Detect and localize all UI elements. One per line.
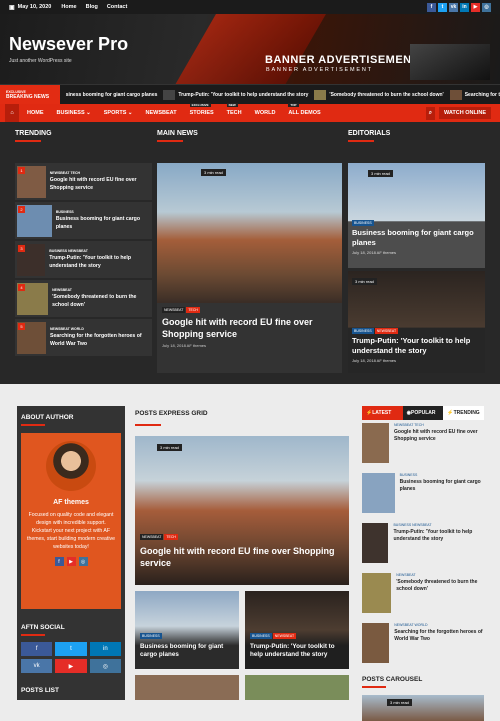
grid-small-card[interactable]: BUSINESS Business booming for giant carg…	[135, 591, 239, 669]
latest-thumb	[362, 623, 390, 663]
site-logo[interactable]: Newsever Pro	[9, 34, 128, 55]
widget-title: POSTS LIST	[21, 687, 59, 694]
facebook-icon[interactable]: f	[21, 642, 53, 656]
ticker-item[interactable]: Searching for t	[449, 89, 500, 100]
section-title-editorials: EDITORIALS	[348, 130, 391, 137]
trending-thumb: 5	[17, 321, 46, 354]
youtube-icon[interactable]: ▶	[66, 557, 76, 567]
ticker-item[interactable]: Trump-Putin: 'Your toolkit to help under…	[163, 89, 308, 100]
latest-thumb	[362, 573, 392, 613]
section-title-trending: TRENDING	[15, 130, 52, 137]
author-social: f ▶ ◎	[21, 557, 121, 567]
top-link-contact[interactable]: Contact	[107, 4, 127, 10]
instagram-icon[interactable]: ◎	[482, 2, 491, 12]
latest-thumb	[362, 423, 389, 463]
main-nav: ⌂ HOME BUSINESS ⌄ SPORTS ⌄ NEWSBEAT EXCL…	[0, 103, 500, 122]
ticker-item[interactable]: 'Somebody threatened to burn the school …	[314, 89, 444, 100]
trending-thumb: 1	[17, 165, 46, 198]
youtube-icon[interactable]: ▶	[471, 2, 480, 12]
calendar-icon: ▣	[9, 4, 15, 11]
nav-item-tech[interactable]: NEW TECH	[226, 103, 242, 116]
site-tagline: Just another WordPress site	[9, 58, 72, 64]
latest-thumb	[362, 473, 395, 513]
vk-icon[interactable]: vk	[21, 659, 53, 673]
editorial-card[interactable]: 3 min read BUSINESS NEWSBEAT Trump-Putin:…	[348, 271, 485, 373]
nav-item-business[interactable]: BUSINESS ⌄	[57, 110, 91, 116]
tab-latest[interactable]: ⚡ LATEST	[362, 406, 403, 420]
linkedin-icon[interactable]: in	[89, 642, 121, 656]
editorial-card[interactable]: 3 min read BUSINESS Business booming for…	[348, 163, 485, 268]
nav-item-stories[interactable]: EXCLUSIVE STORIES	[189, 103, 214, 116]
nav-item-all-demos[interactable]: TOP ALL DEMOS	[288, 103, 321, 116]
tab-trending[interactable]: ⚡ TRENDING	[443, 406, 485, 420]
tab-popular[interactable]: ◉ POPULAR	[402, 406, 444, 420]
nav-item-newsbeat[interactable]: NEWSBEAT	[146, 110, 177, 116]
home-icon[interactable]: ⌂	[5, 104, 19, 122]
top-bar: ▣ May 10, 2020 Home Blog Contact f t vk in ▶ ◎	[0, 0, 500, 14]
facebook-icon[interactable]: f	[427, 2, 436, 12]
nav-item-world[interactable]: WORLD	[255, 110, 276, 116]
instagram-icon[interactable]: ◎	[89, 659, 121, 673]
twitter-icon[interactable]: t	[55, 642, 87, 656]
latest-item[interactable]: BUSINESS Business booming for giant cargo…	[362, 470, 484, 520]
latest-item[interactable]: NEWSBEAT TECH Google hit with record EU f…	[362, 420, 484, 470]
banner-ad-image[interactable]	[410, 44, 490, 80]
tabbed-widget: ⚡ LATEST ◉ POPULAR ⚡ TRENDING NEWSBEAT T…	[362, 406, 485, 721]
social-links: f t vk in ▶ ◎	[427, 2, 491, 12]
section-title-carousel: POSTS CAROUSEL	[362, 676, 423, 683]
main-news-card[interactable]: 3 min read NEWSBEAT TECH Google hit with …	[157, 163, 342, 373]
trending-item[interactable]: 1 NEWSBEAT TECH Google hit with record EU …	[15, 163, 152, 200]
trending-item[interactable]: 2 BUSINESS Business booming for giant carg…	[15, 202, 152, 239]
site-header: Newsever Pro Just another WordPress site…	[0, 14, 500, 84]
breaking-news-label: EXCLUSIVE BREAKING NEWS	[0, 85, 60, 104]
top-link-home[interactable]: Home	[61, 4, 76, 10]
trending-thumb: 4	[17, 282, 49, 315]
section-title-main-news: MAIN NEWS	[157, 130, 198, 137]
instagram-icon[interactable]: ◎	[78, 557, 88, 567]
widget-title: AFTN SOCIAL	[21, 624, 65, 631]
linkedin-icon[interactable]: in	[460, 2, 469, 12]
latest-item[interactable]: BUSINESS NEWSBEAT Trump-Putin: 'Your tool…	[362, 520, 484, 570]
trending-item[interactable]: 3 BUSINESS NEWSBEAT Trump-Putin: 'Your too…	[15, 241, 152, 278]
latest-item[interactable]: NEWSBEAT 'Somebody threatened to burn the…	[362, 570, 484, 620]
trending-item[interactable]: 5 NEWSBEAT WORLD Searching for the forgott…	[15, 319, 152, 356]
trending-item[interactable]: 4 NEWSBEAT 'Somebody threatened to burn th…	[15, 280, 152, 317]
carousel-card[interactable]: 3 min read	[362, 695, 484, 721]
trending-thumb: 2	[17, 204, 52, 237]
banner-ad-title[interactable]: BANNER ADVERTISEMENT	[265, 54, 419, 66]
main-news-image: 3 min read	[157, 163, 342, 303]
nav-item-sports[interactable]: SPORTS ⌄	[104, 110, 133, 116]
banner-ad-subtitle: BANNER ADVERTISEMENT	[266, 67, 373, 73]
breaking-news-ticker: EXCLUSIVE BREAKING NEWS siness booming fo…	[0, 84, 500, 104]
facebook-icon[interactable]: f	[54, 557, 64, 567]
section-title-grid: POSTS EXPRESS GRID	[135, 410, 208, 417]
author-card: AF themes Focused on quality code and el…	[21, 433, 121, 609]
date: ▣ May 10, 2020	[9, 4, 52, 11]
top-link-blog[interactable]: Blog	[86, 4, 98, 10]
social-grid: f t in vk ▶ ◎	[21, 642, 121, 673]
watch-online-button[interactable]: WATCH ONLINE	[438, 107, 491, 119]
vk-icon[interactable]: vk	[449, 2, 458, 12]
grid-small-card[interactable]: BUSINESS NEWSBEAT Trump-Putin: 'Your tool…	[245, 591, 349, 669]
search-icon[interactable]: ⌕	[425, 106, 435, 120]
widget-title: ABOUT AUTHOR	[21, 414, 74, 421]
ticker-item[interactable]: siness booming for giant cargo planes	[66, 92, 158, 98]
grid-big-card[interactable]: 3 min read NEWSBEAT TECH Google hit with …	[135, 436, 349, 585]
trending-thumb: 3	[17, 243, 46, 276]
youtube-icon[interactable]: ▶	[55, 659, 87, 673]
avatar	[46, 441, 96, 491]
twitter-icon[interactable]: t	[438, 2, 447, 12]
latest-thumb	[362, 523, 389, 563]
main-news-title[interactable]: Google hit with record EU fine over Shop…	[162, 316, 337, 340]
latest-item[interactable]: NEWSBEAT WORLD Searching for the forgotte…	[362, 620, 484, 670]
nav-item-home[interactable]: HOME	[27, 110, 44, 116]
about-author-widget: ABOUT AUTHOR AF themes Focused on qualit…	[17, 406, 125, 700]
